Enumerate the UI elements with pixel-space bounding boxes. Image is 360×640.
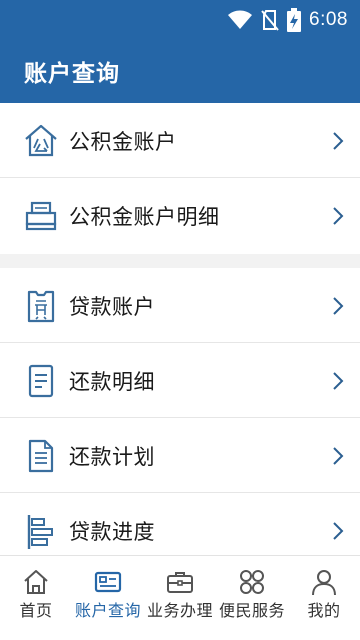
battery-charging-icon (287, 8, 302, 32)
tab-label: 业务办理 (146, 601, 213, 620)
menu-item-label: 还款计划 (69, 445, 155, 469)
no-sim-icon (261, 10, 279, 31)
tab-label: 我的 (307, 601, 341, 620)
tab-account-query[interactable]: 账户查询 (72, 556, 144, 640)
id-card-icon (94, 571, 122, 593)
menu-item-label: 还款明细 (69, 370, 155, 394)
tab-services[interactable]: 便民服务 (216, 556, 288, 640)
loan-tag-icon (27, 290, 55, 323)
menu-item-loan-account[interactable]: 贷款账户 (0, 268, 360, 343)
document-lines-icon (28, 439, 54, 473)
wifi-icon (228, 10, 253, 29)
home-icon (24, 570, 48, 594)
menu-item-fund-account-detail[interactable]: 公积金账户明细 (0, 178, 360, 253)
app-bar: 账户查询 (0, 40, 360, 103)
tab-business[interactable]: 业务办理 (144, 556, 216, 640)
menu-item-repayment-plan[interactable]: 还款计划 (0, 418, 360, 493)
chevron-right-icon (333, 297, 344, 315)
progress-bars-icon (27, 515, 53, 549)
page-title: 账户查询 (24, 61, 120, 87)
status-bar: 6:08 (0, 0, 360, 40)
fund-account-section: 公积金账户 公积金账户明细 (0, 103, 360, 254)
printer-icon (25, 201, 57, 231)
document-icon (28, 364, 54, 398)
loan-section: 贷款账户 还款明细 还款计划 贷款进度 (0, 268, 360, 555)
status-icons: 6:08 (227, 6, 348, 34)
tab-label: 便民服务 (218, 601, 285, 620)
chevron-right-icon (333, 372, 344, 390)
menu-item-loan-progress[interactable]: 贷款进度 (0, 493, 360, 555)
chevron-right-icon (333, 522, 344, 540)
tab-home[interactable]: 首页 (0, 556, 72, 640)
menu-item-label: 公积金账户明细 (69, 205, 220, 229)
chevron-right-icon (333, 207, 344, 225)
tab-label: 首页 (19, 601, 53, 620)
clover-grid-icon (240, 570, 264, 594)
menu-item-label: 公积金账户 (69, 130, 177, 154)
user-icon (312, 570, 336, 596)
menu-item-label: 贷款进度 (69, 520, 155, 544)
bottom-tab-bar: 首页 账户查询 业务办理 便民服务 我的 (0, 555, 360, 640)
menu-item-repayment-detail[interactable]: 还款明细 (0, 343, 360, 418)
tab-label: 账户查询 (74, 601, 141, 620)
tab-mine[interactable]: 我的 (288, 556, 360, 640)
chevron-right-icon (333, 447, 344, 465)
menu-item-fund-account[interactable]: 公积金账户 (0, 103, 360, 178)
briefcase-icon (167, 572, 193, 593)
status-time: 6:08 (309, 9, 348, 30)
menu-item-label: 贷款账户 (69, 295, 155, 319)
house-fund-icon (25, 124, 57, 157)
chevron-right-icon (333, 132, 344, 150)
